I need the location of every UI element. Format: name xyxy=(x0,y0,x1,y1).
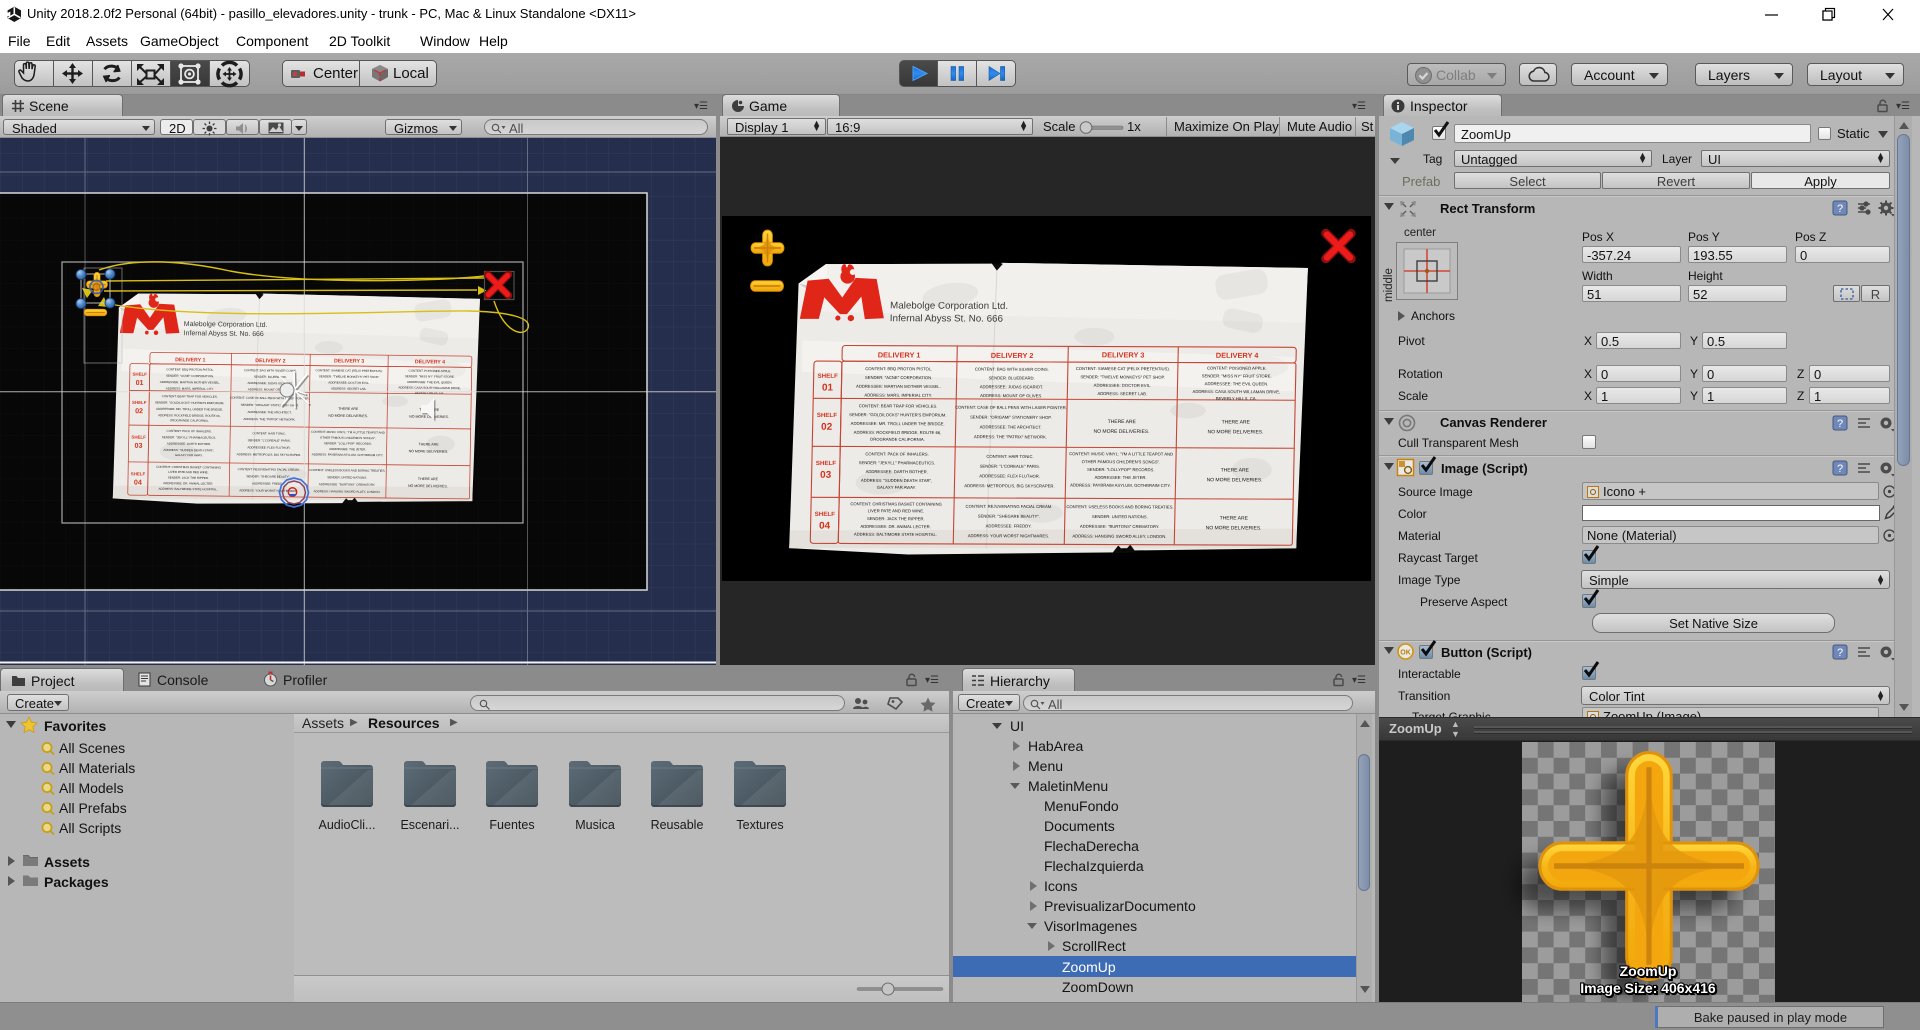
svg-text:Image Size: 406x416: Image Size: 406x416 xyxy=(1580,980,1716,996)
svg-text:OK: OK xyxy=(1400,650,1411,657)
svg-text:?: ? xyxy=(1837,418,1843,430)
svg-text:?: ? xyxy=(1837,647,1843,659)
svg-text:ZoomUp: ZoomUp xyxy=(1620,963,1677,979)
svg-text:?: ? xyxy=(1837,463,1843,475)
svg-text:?: ? xyxy=(1837,203,1843,215)
